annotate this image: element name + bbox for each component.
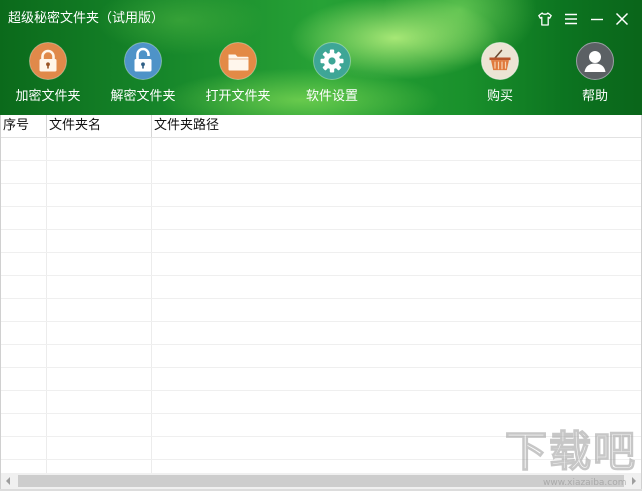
table-cell — [47, 391, 152, 413]
empty-table-row — [1, 161, 641, 184]
tshirt-icon — [538, 12, 552, 26]
encrypt-folder-label: 加密文件夹 — [15, 89, 81, 104]
table-cell — [47, 138, 152, 160]
table-cell — [152, 437, 641, 459]
shopping-basket-icon — [481, 42, 519, 80]
table-cell — [47, 207, 152, 229]
table-cell — [47, 414, 152, 436]
scroll-left-arrow[interactable] — [1, 473, 17, 489]
empty-table-row — [1, 345, 641, 368]
empty-table-row — [1, 230, 641, 253]
empty-table-row — [1, 276, 641, 299]
app-window: 超级秘密文件夹（试用版） 加密文件夹 解密文件夹 打开文件夹 软件设置 购买 帮… — [0, 0, 642, 491]
table-cell — [47, 460, 152, 473]
buy-label: 购买 — [486, 89, 513, 104]
column-header-folder-name[interactable]: 文件夹名 — [47, 115, 152, 137]
table-cell — [152, 368, 641, 390]
table-cell — [1, 138, 47, 160]
empty-table-row — [1, 253, 641, 276]
user-icon — [576, 42, 614, 80]
table-cell — [47, 299, 152, 321]
empty-table-row — [1, 322, 641, 345]
table-header: 序号 文件夹名 文件夹路径 — [1, 115, 641, 138]
table-cell — [152, 161, 641, 183]
column-header-folder-path[interactable]: 文件夹路径 — [152, 115, 641, 137]
scroll-right-arrow[interactable] — [625, 473, 641, 489]
scrollbar-thumb[interactable] — [18, 475, 624, 487]
help-button[interactable]: 帮助 — [550, 42, 640, 110]
table-cell — [1, 460, 47, 473]
encrypt-folder-button[interactable]: 加密文件夹 — [3, 42, 93, 110]
table-cell — [47, 184, 152, 206]
table-cell — [1, 230, 47, 252]
header-bar: 超级秘密文件夹（试用版） 加密文件夹 解密文件夹 打开文件夹 软件设置 购买 帮… — [0, 0, 642, 115]
table-cell — [1, 391, 47, 413]
menu-button[interactable] — [563, 11, 579, 27]
open-folder-label: 打开文件夹 — [205, 89, 271, 104]
table-cell — [152, 299, 641, 321]
folder-icon — [219, 42, 257, 80]
empty-table-row — [1, 414, 641, 437]
table-cell — [1, 184, 47, 206]
open-folder-button[interactable]: 打开文件夹 — [193, 42, 283, 110]
table-cell — [152, 345, 641, 367]
close-icon — [615, 12, 629, 26]
table-cell — [152, 276, 641, 298]
empty-table-row — [1, 391, 641, 414]
settings-button[interactable]: 软件设置 — [287, 42, 377, 110]
table-cell — [152, 207, 641, 229]
empty-table-row — [1, 207, 641, 230]
table-cell — [152, 322, 641, 344]
decrypt-folder-label: 解密文件夹 — [110, 89, 176, 104]
table-cell — [1, 207, 47, 229]
unlock-icon — [124, 42, 162, 80]
table-cell — [47, 437, 152, 459]
table-cell — [47, 276, 152, 298]
skin-button[interactable] — [537, 11, 553, 27]
gear-icon — [313, 42, 351, 80]
empty-table-row — [1, 299, 641, 322]
close-button[interactable] — [614, 11, 630, 27]
table-cell — [1, 345, 47, 367]
table-cell — [47, 253, 152, 275]
table-cell — [1, 437, 47, 459]
empty-table-row — [1, 184, 641, 207]
help-label: 帮助 — [581, 89, 608, 104]
table-cell — [47, 161, 152, 183]
table-cell — [47, 368, 152, 390]
table-cell — [1, 253, 47, 275]
column-header-index[interactable]: 序号 — [1, 115, 47, 137]
table-cell — [1, 414, 47, 436]
lock-icon — [29, 42, 67, 80]
table-cell — [1, 368, 47, 390]
table-cell — [1, 276, 47, 298]
empty-table-row — [1, 138, 641, 161]
horizontal-scrollbar[interactable] — [0, 473, 642, 489]
table-cell — [152, 138, 641, 160]
table-cell — [47, 345, 152, 367]
table-cell — [152, 184, 641, 206]
decrypt-folder-button[interactable]: 解密文件夹 — [98, 42, 188, 110]
window-title: 超级秘密文件夹（试用版） — [8, 11, 165, 26]
table-cell — [1, 161, 47, 183]
empty-table-row — [1, 437, 641, 460]
table-cell — [152, 460, 641, 473]
minimize-icon — [591, 18, 603, 21]
table-body[interactable] — [1, 138, 641, 473]
empty-table-row — [1, 368, 641, 391]
folder-list[interactable]: 序号 文件夹名 文件夹路径 — [0, 115, 642, 473]
table-cell — [152, 414, 641, 436]
table-cell — [1, 322, 47, 344]
empty-table-row — [1, 460, 641, 473]
table-cell — [47, 230, 152, 252]
buy-button[interactable]: 购买 — [455, 42, 545, 110]
table-cell — [152, 253, 641, 275]
menu-icon — [565, 13, 577, 25]
table-cell — [47, 322, 152, 344]
minimize-button[interactable] — [589, 11, 605, 27]
table-cell — [152, 230, 641, 252]
table-cell — [152, 391, 641, 413]
settings-label: 软件设置 — [305, 89, 358, 104]
table-cell — [1, 299, 47, 321]
